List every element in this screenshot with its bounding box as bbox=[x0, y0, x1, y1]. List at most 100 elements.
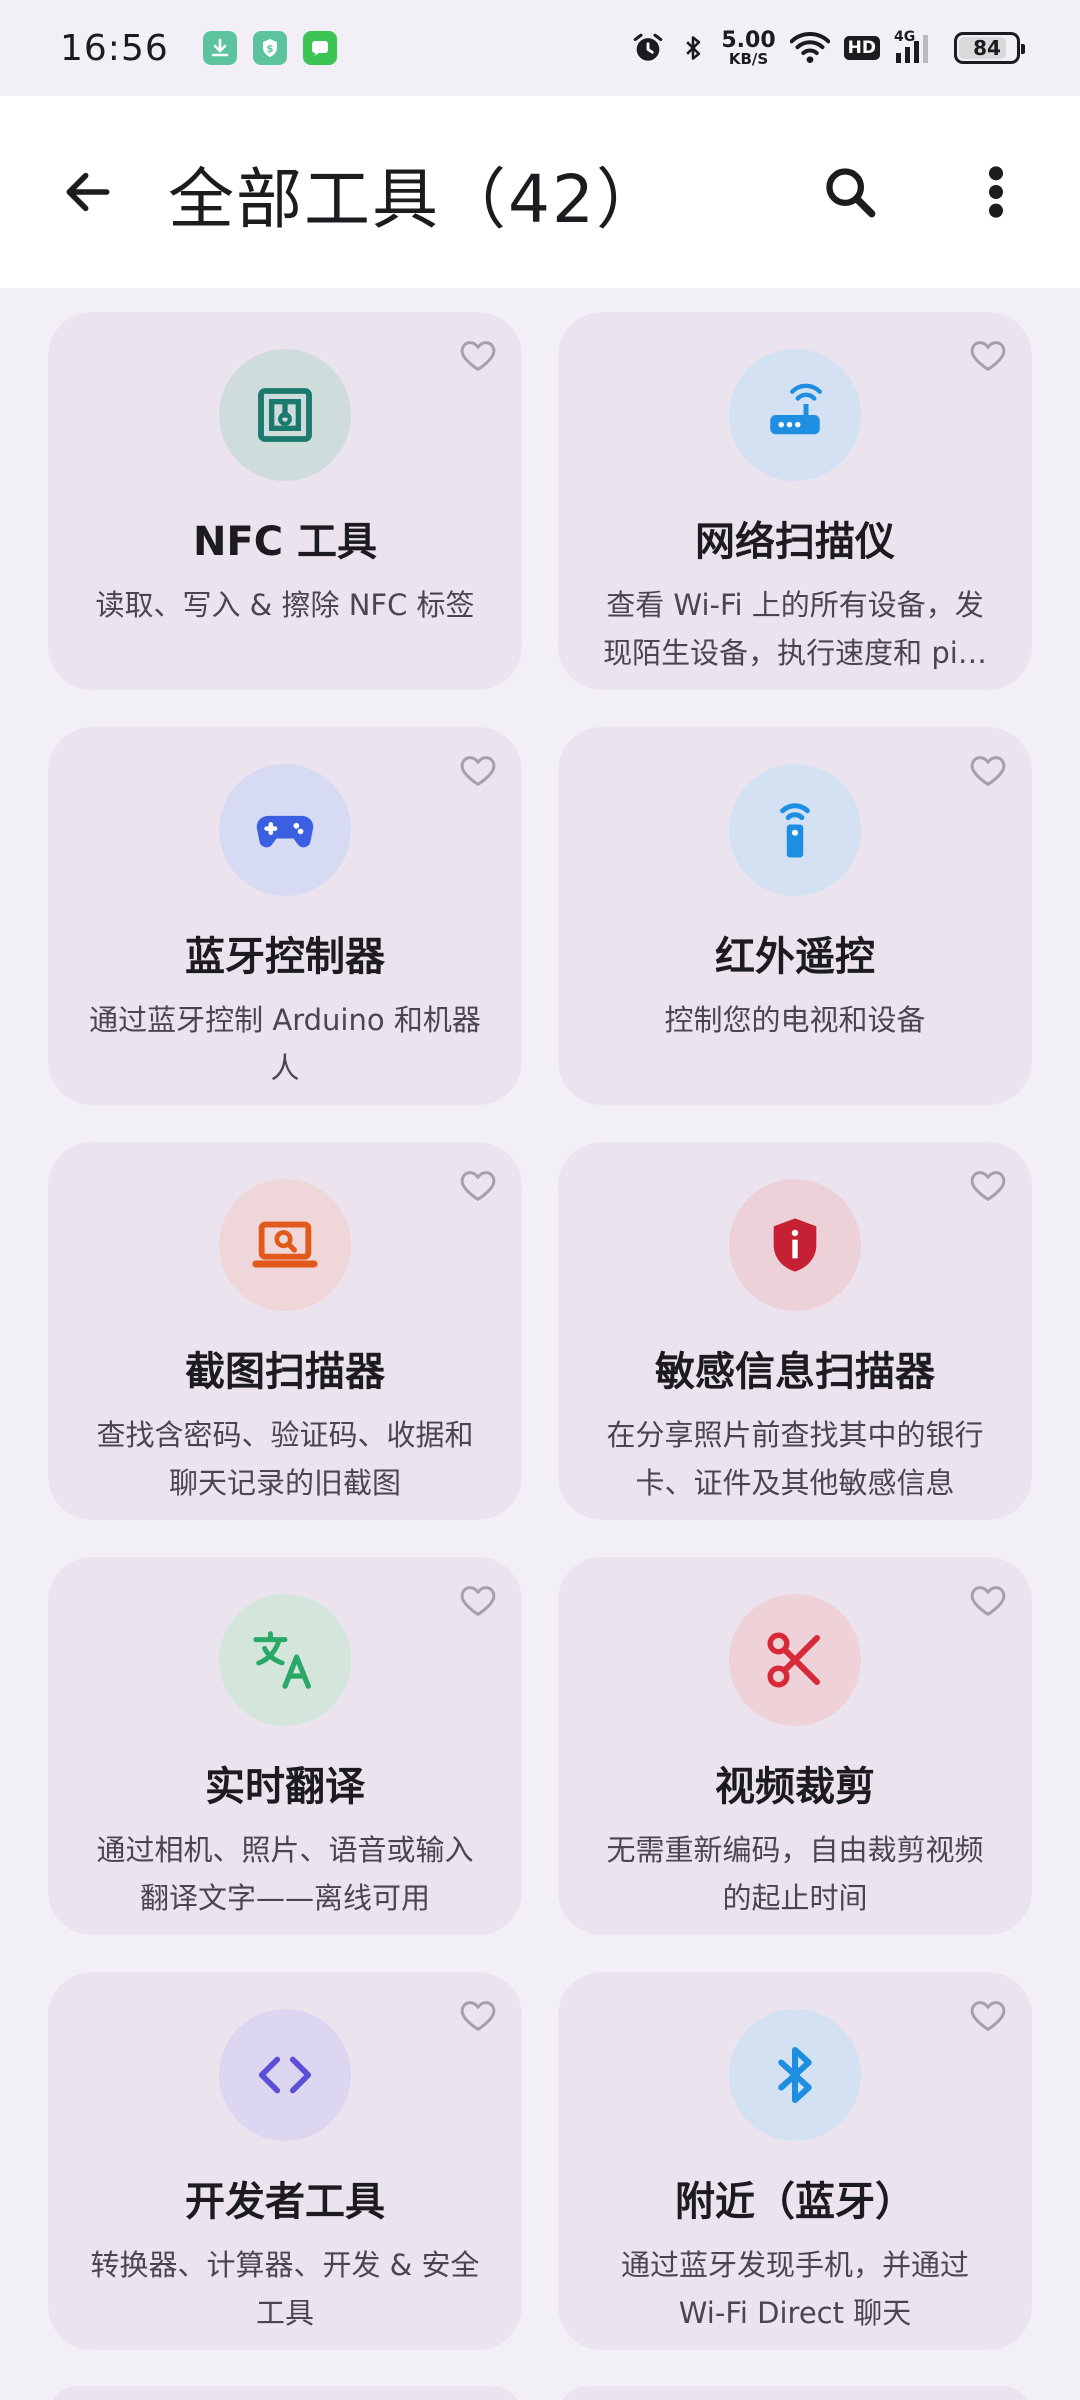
battery-level: 84 bbox=[973, 36, 1001, 60]
tool-icon-circle bbox=[729, 1179, 861, 1311]
page-title: 全部工具（42） bbox=[168, 161, 664, 238]
tool-description: 转换器、计算器、开发 & 安全工具 bbox=[90, 2248, 480, 2330]
heart-icon bbox=[968, 751, 1008, 791]
tool-icon-circle bbox=[729, 349, 861, 481]
tool-title: NFC 工具 bbox=[192, 519, 378, 565]
tool-icon-circle bbox=[219, 1179, 351, 1311]
tool-icon-circle bbox=[219, 2009, 351, 2141]
heart-icon bbox=[458, 1166, 498, 1206]
search-button[interactable] bbox=[810, 152, 890, 232]
more-vertical-icon bbox=[989, 166, 1003, 218]
app-bar: 全部工具（42） bbox=[0, 96, 1080, 288]
status-time: 16:56 bbox=[60, 27, 169, 69]
tool-card[interactable]: 开发者工具 转换器、计算器、开发 & 安全工具 bbox=[48, 1972, 522, 2350]
network-speed-value: 5.00 bbox=[721, 27, 776, 53]
tool-title: 截图扫描器 bbox=[185, 1349, 385, 1395]
tool-card[interactable]: 网络扫描仪 查看 Wi-Fi 上的所有设备，发现陌生设备，执行速度和 pi… bbox=[558, 312, 1032, 690]
download-notification-icon bbox=[202, 31, 237, 65]
tool-description: 通过蓝牙发现手机，并通过 Wi-Fi Direct 聊天 bbox=[620, 2248, 969, 2330]
heart-icon bbox=[458, 1581, 498, 1621]
tool-description: 查找含密码、验证码、收据和聊天记录的旧截图 bbox=[96, 1418, 474, 1500]
status-right: 5.00 KB/S HD 4G 84 bbox=[631, 27, 1025, 68]
tool-description: 通过蓝牙控制 Arduino 和机器人 bbox=[89, 1003, 481, 1085]
heart-icon bbox=[968, 1166, 1008, 1206]
heart-icon bbox=[458, 751, 498, 791]
favorite-button[interactable] bbox=[966, 1164, 1010, 1208]
tool-icon-circle bbox=[729, 1594, 861, 1726]
tool-card[interactable]: 敏感信息扫描器 在分享照片前查找其中的银行卡、证件及其他敏感信息 bbox=[558, 1142, 1032, 1520]
remote-icon bbox=[762, 797, 828, 863]
message-notification-icon bbox=[302, 31, 337, 65]
laptop-search-icon bbox=[250, 1210, 320, 1280]
status-bar: 16:56 $ 5.00 KB/S HD 4G 84 bbox=[0, 0, 1080, 96]
code-icon bbox=[254, 2044, 316, 2106]
tool-icon-circle bbox=[729, 764, 861, 896]
notification-icons: $ bbox=[202, 31, 337, 65]
tool-title: 敏感信息扫描器 bbox=[655, 1349, 935, 1395]
hd-badge: HD bbox=[843, 36, 880, 60]
tool-card[interactable]: 红外遥控 控制您的电视和设备 bbox=[558, 727, 1032, 1105]
heart-icon bbox=[968, 1996, 1008, 2036]
router-icon bbox=[762, 382, 828, 448]
favorite-button[interactable] bbox=[966, 1994, 1010, 2038]
bluetooth-status-icon bbox=[686, 36, 701, 60]
battery-indicator: 84 bbox=[954, 32, 1025, 64]
tool-description: 无需重新编码，自由裁剪视频的起止时间 bbox=[606, 1833, 984, 1915]
tool-card[interactable]: 视频裁剪 无需重新编码，自由裁剪视频的起止时间 bbox=[558, 1557, 1032, 1935]
search-icon bbox=[826, 168, 876, 218]
tool-icon-circle bbox=[729, 2009, 861, 2141]
tool-card[interactable]: NFC 工具 读取、写入 & 擦除 NFC 标签 bbox=[48, 312, 522, 690]
heart-icon bbox=[968, 1581, 1008, 1621]
tool-description: 通过相机、照片、语音或输入翻译文字——离线可用 bbox=[96, 1833, 474, 1915]
scissors-icon bbox=[762, 1627, 828, 1693]
favorite-button[interactable] bbox=[456, 1994, 500, 2038]
bluetooth-icon bbox=[765, 2045, 825, 2105]
tool-icon-circle bbox=[219, 764, 351, 896]
tool-card-partial[interactable] bbox=[48, 2386, 522, 2400]
heart-icon bbox=[458, 336, 498, 376]
tool-title: 开发者工具 bbox=[185, 2179, 385, 2225]
wifi-icon bbox=[789, 32, 830, 63]
tool-title: 视频裁剪 bbox=[715, 1764, 875, 1810]
tool-card[interactable]: 实时翻译 通过相机、照片、语音或输入翻译文字——离线可用 bbox=[48, 1557, 522, 1935]
network-speed-unit: KB/S bbox=[728, 49, 769, 68]
security-notification-icon: $ bbox=[252, 31, 287, 65]
back-button[interactable] bbox=[50, 154, 126, 230]
tool-description: 在分享照片前查找其中的银行卡、证件及其他敏感信息 bbox=[606, 1418, 984, 1500]
tools-grid: NFC 工具 读取、写入 & 擦除 NFC 标签 网络扫描仪 查看 Wi-Fi … bbox=[48, 312, 1032, 2350]
favorite-button[interactable] bbox=[456, 1579, 500, 1623]
favorite-button[interactable] bbox=[456, 334, 500, 378]
tool-title: 红外遥控 bbox=[715, 934, 875, 980]
alarm-icon bbox=[634, 33, 663, 61]
favorite-button[interactable] bbox=[966, 1579, 1010, 1623]
tool-description: 控制您的电视和设备 bbox=[664, 1003, 926, 1037]
favorite-button[interactable] bbox=[456, 749, 500, 793]
tool-description: 查看 Wi-Fi 上的所有设备，发现陌生设备，执行速度和 pi… bbox=[603, 588, 987, 670]
signal-icon bbox=[896, 35, 928, 63]
network-speed: 5.00 KB/S bbox=[721, 27, 776, 68]
tool-icon-circle bbox=[219, 1594, 351, 1726]
translate-icon bbox=[250, 1625, 320, 1695]
tool-card-partial[interactable] bbox=[558, 2386, 1032, 2400]
tool-title: 实时翻译 bbox=[205, 1764, 365, 1810]
tool-card[interactable]: 附近（蓝牙） 通过蓝牙发现手机，并通过 Wi-Fi Direct 聊天 bbox=[558, 1972, 1032, 2350]
tool-card[interactable]: 截图扫描器 查找含密码、验证码、收据和聊天记录的旧截图 bbox=[48, 1142, 522, 1520]
nfc-icon bbox=[253, 383, 317, 447]
heart-icon bbox=[968, 336, 1008, 376]
tool-title: 附近（蓝牙） bbox=[675, 2179, 915, 2225]
tool-title: 网络扫描仪 bbox=[695, 519, 895, 565]
tool-icon-circle bbox=[219, 349, 351, 481]
heart-icon bbox=[458, 1996, 498, 2036]
arrow-left-icon bbox=[66, 172, 110, 212]
tool-title: 蓝牙控制器 bbox=[185, 934, 385, 980]
signal-strength: 4G bbox=[894, 29, 940, 65]
tool-description: 读取、写入 & 擦除 NFC 标签 bbox=[95, 588, 475, 622]
shield-info-icon bbox=[763, 1213, 827, 1277]
favorite-button[interactable] bbox=[456, 1164, 500, 1208]
favorite-button[interactable] bbox=[966, 334, 1010, 378]
more-options-button[interactable] bbox=[956, 152, 1036, 232]
favorite-button[interactable] bbox=[966, 749, 1010, 793]
svg-text:$: $ bbox=[266, 44, 273, 55]
gamepad-icon bbox=[251, 796, 319, 864]
tool-card[interactable]: 蓝牙控制器 通过蓝牙控制 Arduino 和机器人 bbox=[48, 727, 522, 1105]
